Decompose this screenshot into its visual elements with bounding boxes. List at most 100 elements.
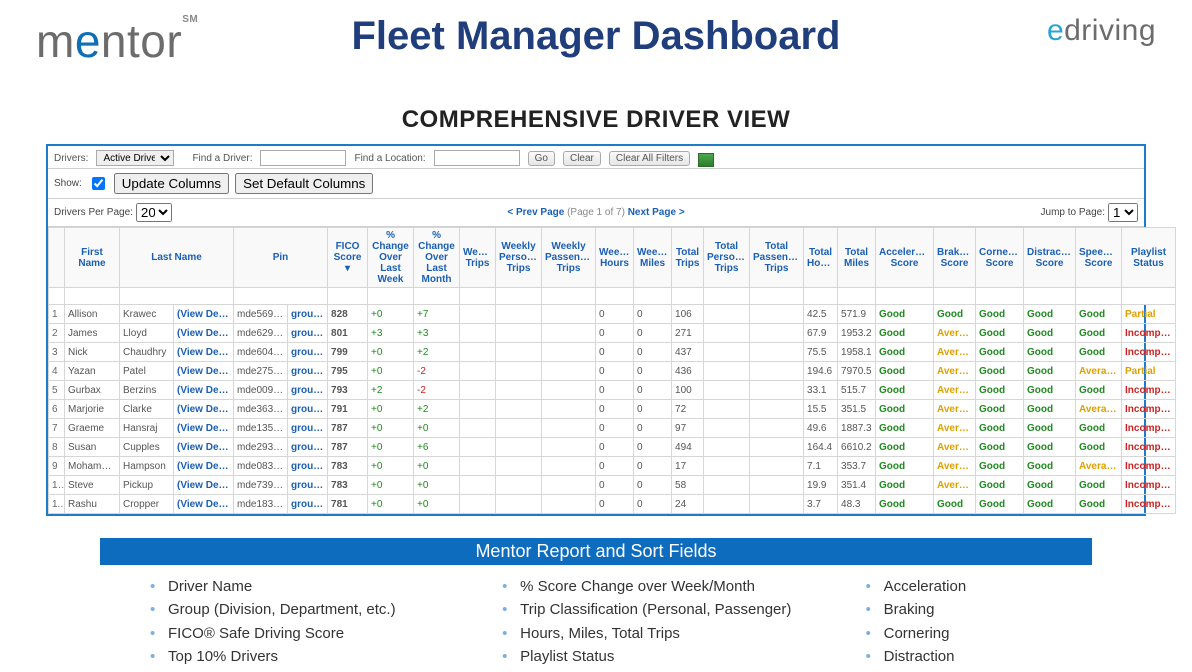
cell-chm: +2 <box>414 343 460 362</box>
col-header[interactable]: Speeding Score <box>1076 228 1122 288</box>
cell-chw: +0 <box>368 419 414 438</box>
cell-view-details[interactable]: (View Details) <box>174 476 234 495</box>
cell-spd: Average <box>1076 457 1122 476</box>
cell-dis: Good <box>1024 305 1076 324</box>
cell-view-details[interactable]: (View Details) <box>174 419 234 438</box>
cell-chw: +0 <box>368 343 414 362</box>
find-driver-input[interactable] <box>260 150 346 166</box>
export-excel-icon[interactable] <box>698 153 714 167</box>
go-button[interactable]: Go <box>528 151 555 166</box>
cell-group[interactable]: group 5 <box>288 457 328 476</box>
cell-view-details[interactable]: (View Details) <box>174 305 234 324</box>
cell-view-details[interactable]: (View Details) <box>174 381 234 400</box>
cell-wh: 0 <box>596 343 634 362</box>
cell-view-details[interactable]: (View Details) <box>174 362 234 381</box>
cell-group[interactable]: group 6 <box>288 438 328 457</box>
col-header[interactable]: % Change Over Last Week <box>368 228 414 288</box>
cell-wt <box>460 476 496 495</box>
col-header[interactable]: Total Personal Trips <box>704 228 750 288</box>
fields-panel: Mentor Report and Sort Fields Driver Nam… <box>100 538 1092 672</box>
fields-col-2: % Score Change over Week/MonthTrip Class… <box>502 575 825 672</box>
col-header[interactable]: Total Hours <box>804 228 838 288</box>
col-header[interactable]: Weekly Personal Trips <box>496 228 542 288</box>
dpp-label: Drivers Per Page: <box>54 207 133 218</box>
jump-select[interactable]: 1 <box>1108 203 1138 222</box>
fields-col-1: Driver NameGroup (Division, Department, … <box>150 575 462 672</box>
col-header[interactable]: Last Name <box>120 228 234 288</box>
cell-th: 3.7 <box>804 495 838 514</box>
cell-tm: 1958.1 <box>838 343 876 362</box>
cell-view-details[interactable]: (View Details) <box>174 343 234 362</box>
cell-first-name: Mohammad <box>65 457 120 476</box>
update-columns-button[interactable]: Update Columns <box>114 173 229 194</box>
clear-button[interactable]: Clear <box>563 151 601 166</box>
drivers-select[interactable]: Active Drivers <box>96 150 174 166</box>
cell-view-details[interactable]: (View Details) <box>174 324 234 343</box>
cell-wt <box>460 457 496 476</box>
cell-last-name: Krawec <box>120 305 174 324</box>
col-header[interactable]: % Change Over Last Month <box>414 228 460 288</box>
col-header[interactable]: Cornering Score <box>976 228 1024 288</box>
cell-idx: 11 <box>49 495 65 514</box>
col-header[interactable]: Total Trips <box>672 228 704 288</box>
col-header[interactable]: Weekly Miles <box>634 228 672 288</box>
col-header[interactable]: FICO Score ▾ <box>328 228 368 288</box>
col-header[interactable]: Weekly Trips <box>460 228 496 288</box>
clear-all-filters-button[interactable]: Clear All Filters <box>609 151 690 166</box>
cell-group[interactable]: group 2 <box>288 400 328 419</box>
col-header[interactable]: Weekly Hours <box>596 228 634 288</box>
cell-wh: 0 <box>596 305 634 324</box>
cell-tm: 351.4 <box>838 476 876 495</box>
cell-group[interactable]: group 7 <box>288 419 328 438</box>
fields-item: Driver Name <box>168 575 462 598</box>
cell-group[interactable]: group 7 <box>288 381 328 400</box>
cell-view-details[interactable]: (View Details) <box>174 457 234 476</box>
cell-group[interactable]: group 6 <box>288 495 328 514</box>
col-header[interactable]: Total Miles <box>838 228 876 288</box>
cell-th: 49.6 <box>804 419 838 438</box>
col-header[interactable]: Total Passenger Trips <box>750 228 804 288</box>
cell-idx: 6 <box>49 400 65 419</box>
cell-group[interactable]: group 1 <box>288 324 328 343</box>
col-header[interactable] <box>49 228 65 288</box>
col-header[interactable]: Distraction Score <box>1024 228 1076 288</box>
cell-group[interactable]: group 4 <box>288 476 328 495</box>
cell-tpt <box>704 457 750 476</box>
cell-chw: +2 <box>368 381 414 400</box>
fields-item: FICO® Safe Driving Score <box>168 622 462 645</box>
col-header[interactable]: Braking Score <box>934 228 976 288</box>
prev-page-link[interactable]: < Prev Page <box>507 207 564 218</box>
cell-group[interactable]: group 3 <box>288 362 328 381</box>
find-location-label: Find a Location: <box>354 153 425 164</box>
find-location-input[interactable] <box>434 150 520 166</box>
show-checkbox[interactable] <box>92 177 105 190</box>
next-page-link[interactable]: Next Page > <box>628 207 685 218</box>
fields-item: Speeding <box>884 668 1042 672</box>
cell-wpt <box>496 419 542 438</box>
dpp-select[interactable]: 20 <box>136 203 172 222</box>
cell-first-name: Allison <box>65 305 120 324</box>
logo-edriving: edriving <box>1047 14 1156 48</box>
cell-wh: 0 <box>596 324 634 343</box>
col-header[interactable]: Acceleration Score <box>876 228 934 288</box>
cell-spd: Good <box>1076 476 1122 495</box>
cell-wpt <box>496 324 542 343</box>
cell-wpt <box>496 476 542 495</box>
cell-view-details[interactable]: (View Details) <box>174 495 234 514</box>
cell-last-name: Cupples <box>120 438 174 457</box>
col-header[interactable]: Weekly Passenger Trips <box>542 228 596 288</box>
col-header[interactable]: Pin <box>234 228 328 288</box>
cell-acc: Good <box>876 457 934 476</box>
cell-pls: Incomplete <box>1122 381 1176 400</box>
cell-view-details[interactable]: (View Details) <box>174 400 234 419</box>
show-label: Show: <box>54 178 82 189</box>
cell-wpt <box>496 343 542 362</box>
cell-group[interactable]: group 1 <box>288 305 328 324</box>
cell-view-details[interactable]: (View Details) <box>174 438 234 457</box>
col-header[interactable]: First Name <box>65 228 120 288</box>
col-header[interactable]: Playlist Status <box>1122 228 1176 288</box>
cell-brk: Good <box>934 495 976 514</box>
set-default-columns-button[interactable]: Set Default Columns <box>235 173 373 194</box>
cell-cor: Good <box>976 438 1024 457</box>
cell-group[interactable]: group 6 <box>288 343 328 362</box>
